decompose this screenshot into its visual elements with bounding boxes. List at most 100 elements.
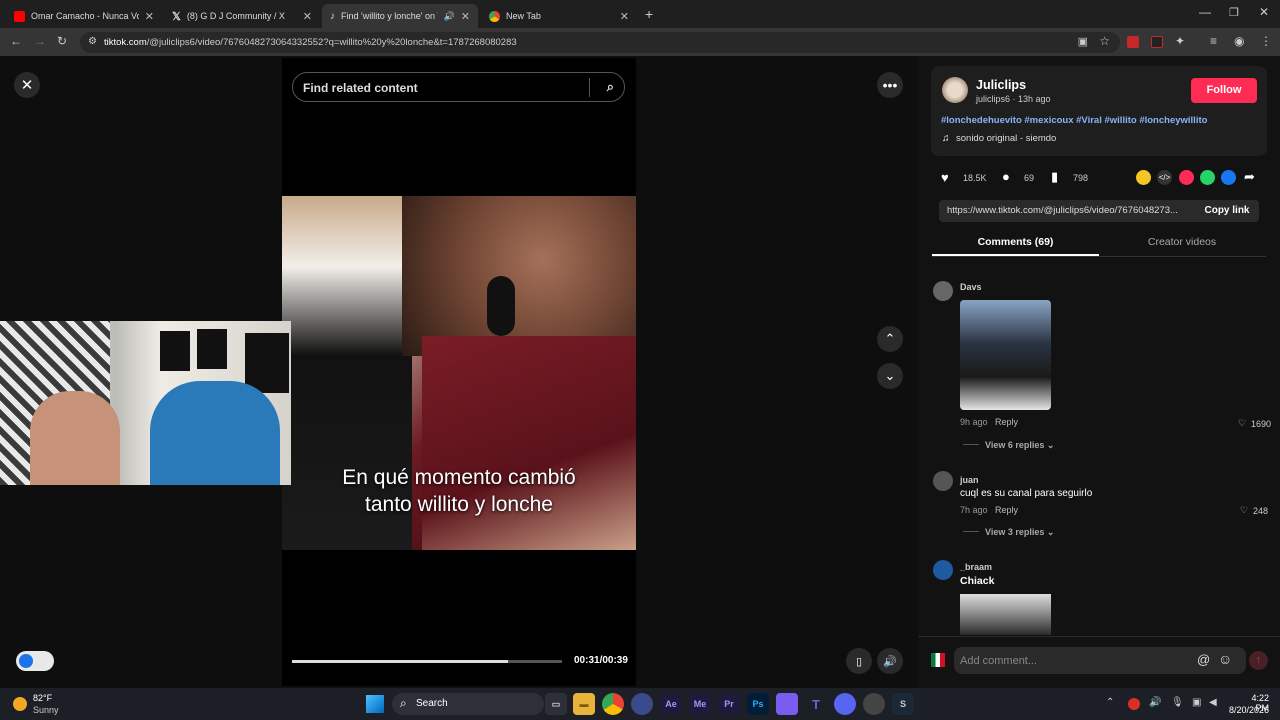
chevron-up-icon[interactable]: ⌃ — [1106, 697, 1114, 708]
tab-new[interactable]: New Tab ✕ — [481, 4, 637, 28]
profile-icon[interactable]: ◉ — [1234, 34, 1244, 48]
comment-image[interactable] — [960, 300, 1051, 410]
back-icon[interactable]: ← — [10, 34, 22, 48]
menu-kebab-icon[interactable]: ⋮ — [1260, 34, 1272, 48]
progress-fill — [292, 660, 508, 663]
taskbar-search[interactable]: ⌕ Search — [392, 693, 544, 715]
post-comment-button[interactable]: ↑ — [1249, 651, 1268, 670]
restore-button[interactable]: ❐ — [1229, 6, 1239, 19]
window-close-button[interactable]: ✕ — [1259, 5, 1269, 19]
speaker-tray-icon[interactable]: ◀ — [1209, 697, 1217, 708]
chrome-icon — [489, 10, 500, 22]
new-tab-button[interactable]: + — [645, 6, 653, 22]
volume-tray-icon[interactable]: 🔊 — [1149, 697, 1161, 708]
close-tab-icon[interactable]: ✕ — [461, 10, 470, 23]
tab-x[interactable]: 𝕏 (8) G D J Community / X ✕ — [164, 4, 320, 28]
share-arrow-icon[interactable]: ➦ — [1244, 169, 1255, 185]
tab-youtube[interactable]: Omar Camacho - Nunca Voy A ✕ — [6, 4, 162, 28]
chevron-down-icon[interactable]: ⌄ — [877, 363, 903, 389]
coin-share-icon[interactable] — [1136, 170, 1151, 185]
search-icon[interactable]: ⌕ — [607, 79, 614, 95]
media-encoder-icon[interactable]: Me — [689, 693, 711, 715]
close-tab-icon[interactable]: ✕ — [145, 10, 154, 23]
file-explorer-icon[interactable]: ▬ — [573, 693, 595, 715]
extensions-puzzle-icon[interactable]: ✦ — [1175, 34, 1185, 48]
weather-temp[interactable]: 82°F — [33, 693, 52, 703]
media-control-icon[interactable]: ≡ — [1210, 34, 1217, 48]
comment-username[interactable]: _braam — [960, 562, 992, 572]
app-icon[interactable] — [863, 693, 885, 715]
tab-tiktok[interactable]: ♪ Find 'willito y lonche' on Tik 🔊 ✕ — [322, 4, 478, 28]
mic-icon[interactable]: 🎙 — [1171, 697, 1184, 708]
windows-start-icon[interactable] — [366, 695, 384, 713]
follow-button[interactable]: Follow — [1191, 78, 1257, 103]
premiere-icon[interactable]: Pr — [718, 693, 740, 715]
comment-icon[interactable]: ● — [1002, 169, 1010, 184]
discord-icon[interactable] — [834, 693, 856, 715]
chevron-up-icon[interactable]: ⌃ — [877, 326, 903, 352]
sun-icon[interactable] — [13, 697, 27, 711]
view-replies-button[interactable]: View 6 replies ⌄ — [985, 440, 1054, 451]
reply-button[interactable]: Reply — [995, 505, 1018, 515]
emoji-icon[interactable]: ☺ — [1218, 651, 1232, 667]
chrome-icon[interactable] — [602, 693, 624, 715]
address-bar[interactable]: ⚙ tiktok.com/@juliclips6/video/767604827… — [80, 32, 1120, 53]
hashtags[interactable]: #lonchedehuevito #mexicoux #Viral #willi… — [941, 115, 1207, 126]
more-options-icon[interactable]: ••• — [877, 72, 903, 98]
clock-date[interactable]: 8/20/2026 — [1225, 705, 1269, 715]
speaker-icon[interactable]: 🔊 — [444, 11, 455, 22]
video-progress-bar[interactable] — [292, 660, 562, 663]
copy-link-button[interactable]: Copy link — [1196, 201, 1258, 221]
view-replies-button[interactable]: View 3 replies ⌄ — [985, 527, 1054, 538]
comment-image[interactable] — [960, 594, 1051, 635]
facebook-icon[interactable] — [1221, 170, 1236, 185]
comment-username[interactable]: Davs — [960, 282, 982, 292]
send-icon[interactable] — [1179, 170, 1194, 185]
comment-time: 7h ago — [960, 505, 988, 515]
author-name[interactable]: Juliclips — [976, 78, 1026, 92]
toggle-switch[interactable] — [16, 651, 54, 671]
sound-name[interactable]: sonido original - siemdo — [956, 133, 1056, 144]
tray-app-icon[interactable] — [1128, 698, 1140, 710]
steam-icon[interactable]: S — [892, 693, 914, 715]
author-avatar[interactable] — [942, 77, 968, 103]
microphone — [487, 276, 515, 336]
pip-icon[interactable]: ▯ — [846, 648, 872, 674]
reply-button[interactable]: Reply — [995, 417, 1018, 427]
install-app-icon[interactable]: ▣ — [1078, 35, 1088, 48]
close-tab-icon[interactable]: ✕ — [620, 10, 629, 23]
heart-outline-icon[interactable]: ♡ — [1240, 505, 1248, 516]
minimize-button[interactable]: — — [1199, 5, 1211, 19]
heart-outline-icon[interactable]: ♡ — [1238, 418, 1246, 429]
whatsapp-icon[interactable] — [1200, 170, 1215, 185]
reload-icon[interactable]: ↻ — [57, 34, 67, 48]
photoshop-icon[interactable]: Ps — [747, 693, 769, 715]
related-search-input[interactable]: Find related content ⌕ — [292, 72, 625, 102]
bookmark-icon[interactable]: ▮ — [1051, 169, 1058, 185]
close-tab-icon[interactable]: ✕ — [303, 10, 312, 23]
bookmark-star-icon[interactable]: ☆ — [1099, 34, 1110, 48]
tab-comments[interactable]: Comments (69) — [932, 236, 1099, 248]
forward-icon[interactable]: → — [34, 34, 46, 48]
weather-desc[interactable]: Sunny — [33, 705, 59, 715]
network-icon[interactable]: ▣ — [1192, 697, 1201, 708]
tab-creator-videos[interactable]: Creator videos — [1100, 236, 1264, 248]
app-icon[interactable] — [776, 693, 798, 715]
heart-icon[interactable]: ♥ — [941, 170, 949, 185]
avatar[interactable] — [933, 471, 953, 491]
app-t-icon[interactable]: T — [805, 693, 827, 715]
extension-icon[interactable] — [1151, 36, 1163, 48]
after-effects-icon[interactable]: Ae — [660, 693, 682, 715]
mention-icon[interactable]: @ — [1197, 652, 1210, 667]
volume-icon[interactable]: 🔊 — [877, 648, 903, 674]
site-info-icon[interactable]: ⚙ — [88, 36, 97, 47]
close-icon[interactable]: ✕ — [14, 72, 40, 98]
avatar[interactable] — [933, 560, 953, 580]
avatar[interactable] — [933, 281, 953, 301]
adblock-extension-icon[interactable] — [1127, 36, 1139, 48]
person-cap — [30, 391, 120, 485]
task-view-icon[interactable]: ▭ — [545, 693, 567, 715]
obs-icon[interactable] — [631, 693, 653, 715]
embed-icon[interactable]: </> — [1157, 170, 1172, 185]
comment-username[interactable]: juan — [960, 475, 979, 485]
